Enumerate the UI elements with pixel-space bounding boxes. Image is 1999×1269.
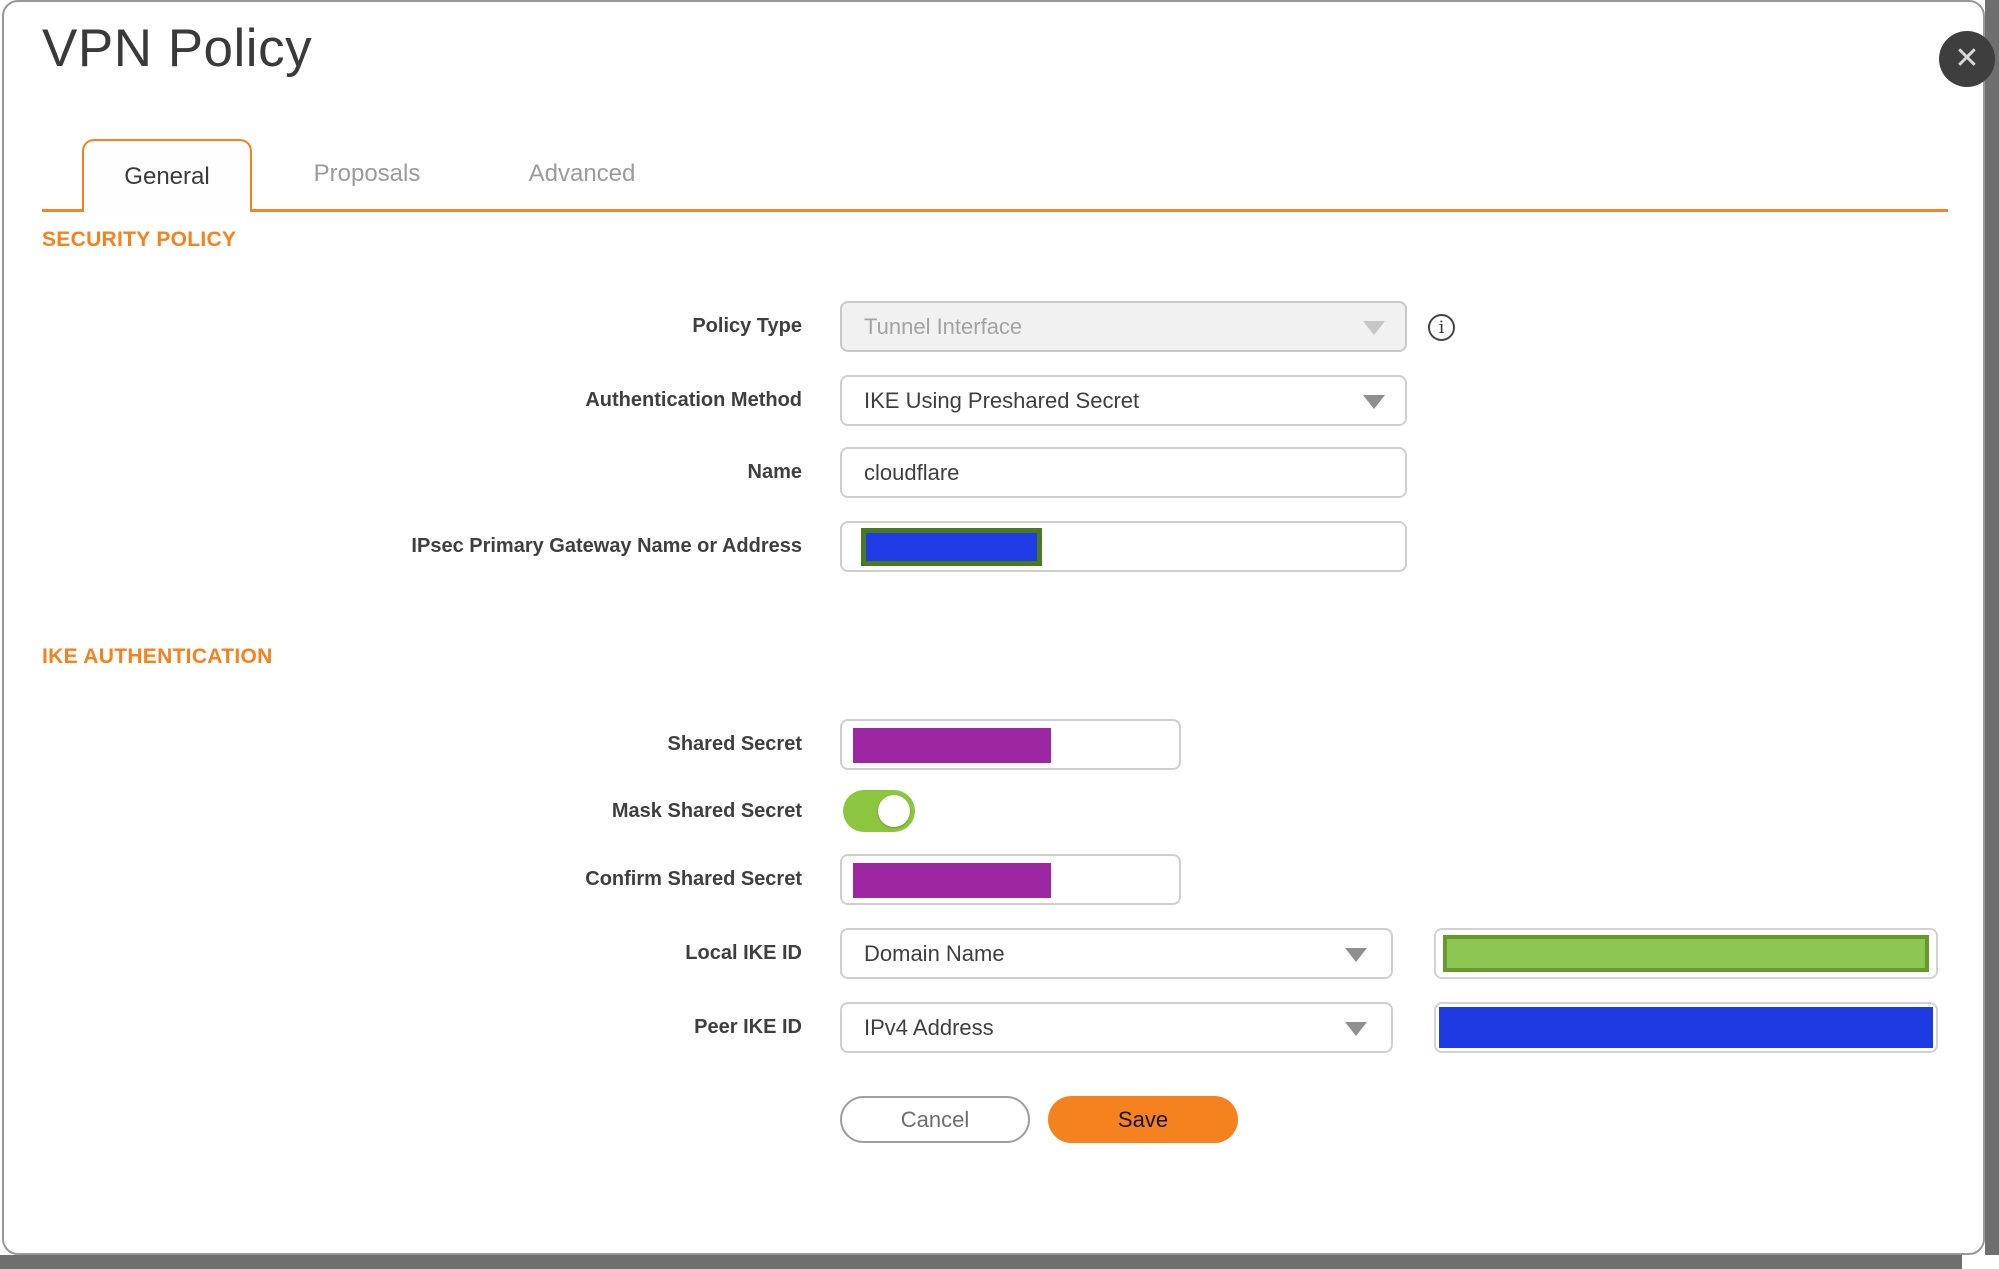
gateway-input[interactable] — [840, 521, 1407, 572]
page-title: VPN Policy — [42, 19, 313, 78]
policy-type-value: Tunnel Interface — [864, 313, 1023, 339]
peer-ike-id-input[interactable] — [1434, 1002, 1938, 1053]
local-ike-id-select[interactable]: Domain Name — [840, 928, 1393, 979]
chevron-down-icon — [1345, 1021, 1367, 1036]
local-ike-id-label: Local IKE ID — [685, 942, 802, 964]
gateway-row: IPsec Primary Gateway Name or Address — [0, 521, 1999, 572]
close-icon: ✕ — [1954, 42, 1980, 75]
tab-advanced[interactable]: Advanced — [497, 139, 667, 209]
toggle-knob — [878, 795, 910, 827]
info-icon-glyph: i — [1438, 317, 1445, 338]
shared-secret-redaction — [853, 728, 1051, 763]
security-policy-heading: SECURITY POLICY — [42, 228, 237, 251]
policy-type-label: Policy Type — [692, 315, 802, 337]
save-button[interactable]: Save — [1048, 1096, 1238, 1143]
tab-underline — [42, 209, 1948, 212]
peer-ike-id-select[interactable]: IPv4 Address — [840, 1002, 1393, 1053]
mask-shared-secret-toggle[interactable] — [843, 790, 915, 832]
backdrop-right-strip — [1985, 0, 1999, 1255]
local-ike-id-input[interactable] — [1434, 928, 1938, 979]
mask-shared-secret-row: Mask Shared Secret — [0, 790, 1999, 832]
close-button[interactable]: ✕ — [1939, 31, 1995, 87]
peer-ike-id-type-value: IPv4 Address — [864, 1014, 994, 1040]
tab-proposals[interactable]: Proposals — [282, 139, 452, 209]
name-input[interactable]: cloudflare — [840, 447, 1407, 498]
chevron-down-icon — [1363, 320, 1385, 335]
name-label: Name — [747, 461, 802, 483]
info-icon[interactable]: i — [1428, 314, 1455, 341]
authentication-method-select[interactable]: IKE Using Preshared Secret — [840, 375, 1407, 426]
mask-shared-secret-label: Mask Shared Secret — [611, 800, 802, 822]
tab-general[interactable]: General — [82, 139, 252, 212]
cancel-button[interactable]: Cancel — [840, 1096, 1030, 1143]
ike-authentication-heading: IKE AUTHENTICATION — [42, 645, 273, 668]
tab-general-label: General — [124, 162, 210, 190]
confirm-shared-secret-row: Confirm Shared Secret — [0, 854, 1999, 905]
policy-type-row: Policy Type Tunnel Interface — [0, 301, 1999, 352]
backdrop-bottom-strip — [0, 1255, 1962, 1269]
policy-type-select: Tunnel Interface — [840, 301, 1407, 352]
peer-ike-id-label: Peer IKE ID — [694, 1016, 802, 1038]
confirm-shared-secret-redaction — [853, 863, 1051, 898]
gateway-label: IPsec Primary Gateway Name or Address — [411, 535, 802, 557]
authentication-method-label: Authentication Method — [585, 389, 802, 411]
name-value: cloudflare — [864, 459, 960, 485]
authentication-method-value: IKE Using Preshared Secret — [864, 387, 1140, 413]
gateway-redaction — [861, 528, 1042, 566]
shared-secret-label: Shared Secret — [667, 733, 802, 755]
chevron-down-icon — [1345, 947, 1367, 962]
name-row: Name cloudflare — [0, 447, 1999, 498]
shared-secret-input[interactable] — [840, 719, 1181, 770]
local-ike-id-redaction — [1443, 935, 1929, 972]
tab-proposals-label: Proposals — [313, 160, 421, 187]
peer-ike-id-redaction — [1439, 1007, 1933, 1048]
authentication-method-row: Authentication Method IKE Using Preshare… — [0, 375, 1999, 426]
vpn-policy-dialog: VPN Policy ✕ General Proposals Advanced … — [0, 0, 1999, 1269]
tab-advanced-label: Advanced — [528, 160, 636, 187]
shared-secret-row: Shared Secret — [0, 719, 1999, 770]
confirm-shared-secret-label: Confirm Shared Secret — [585, 868, 802, 890]
local-ike-id-type-value: Domain Name — [864, 940, 1005, 966]
chevron-down-icon — [1363, 394, 1385, 409]
confirm-shared-secret-input[interactable] — [840, 854, 1181, 905]
